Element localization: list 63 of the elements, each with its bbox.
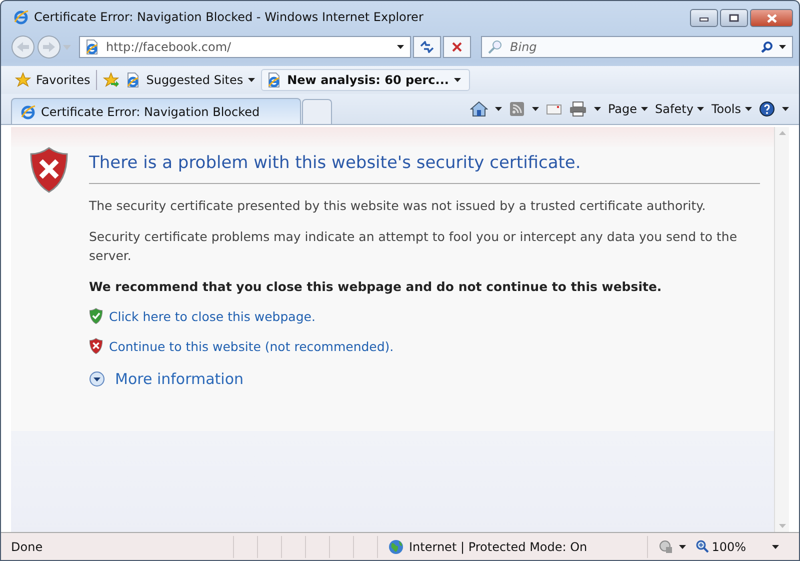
status-text: Done <box>11 540 44 554</box>
window-title: Certificate Error: Navigation Blocked - Windows Internet Explorer <box>34 10 424 24</box>
search-input[interactable]: Bing <box>508 39 755 55</box>
browser-logo-icon <box>20 104 36 120</box>
more-information-link[interactable]: More information <box>115 370 244 388</box>
caret-icon[interactable] <box>397 45 404 49</box>
printer-icon[interactable] <box>568 101 587 117</box>
favorites-button[interactable]: Favorites <box>15 69 90 91</box>
zoom-button[interactable]: 100% <box>696 540 746 554</box>
globe-icon <box>388 538 404 554</box>
minimize-button[interactable] <box>690 9 718 27</box>
caret-icon[interactable] <box>454 78 461 82</box>
link[interactable]: Continue to this website (not recommended). <box>109 338 394 354</box>
page-icon <box>125 72 142 88</box>
search-icon[interactable] <box>761 41 773 53</box>
help-icon[interactable] <box>759 101 775 117</box>
caret-icon[interactable] <box>594 107 601 111</box>
feed-icon[interactable] <box>508 101 525 117</box>
add-favorite-icon[interactable] <box>103 72 120 88</box>
recommendation: We recommend that you close this webpage and do not continue to this website. <box>89 279 663 294</box>
home-icon[interactable] <box>470 101 488 117</box>
address-field[interactable]: http://facebook.com/ <box>79 36 411 58</box>
refresh-button[interactable] <box>413 36 441 58</box>
maximize-icon <box>729 14 739 22</box>
stop-icon <box>452 42 462 52</box>
caret-icon[interactable] <box>772 544 779 548</box>
stop-button[interactable] <box>443 36 471 58</box>
link[interactable]: Click here to close this webpage. <box>109 308 316 324</box>
zoom-icon <box>696 540 709 553</box>
caret-icon[interactable] <box>745 107 752 111</box>
shield-check-icon <box>89 308 103 324</box>
tab[interactable]: Certificate Error: Navigation Blocked <box>11 98 301 124</box>
envelope-icon[interactable] <box>546 103 562 115</box>
feed-button[interactable]: New analysis: 60 perc... <box>261 69 470 91</box>
expand-icon[interactable] <box>89 371 105 388</box>
caret-icon[interactable] <box>532 107 539 111</box>
browser-logo-icon <box>13 9 29 25</box>
caret-icon[interactable] <box>641 107 648 111</box>
star-icon <box>15 72 31 88</box>
menu-button[interactable]: Page <box>608 102 648 116</box>
menu-button[interactable]: Safety <box>655 102 704 116</box>
shield-error-icon <box>29 147 69 193</box>
maximize-button[interactable] <box>720 9 748 27</box>
close-icon <box>766 14 778 22</box>
zone-text: Internet | Protected Mode: On <box>409 540 588 554</box>
page-icon <box>266 72 282 88</box>
caret-icon[interactable] <box>779 45 786 49</box>
caret-icon[interactable] <box>697 107 704 111</box>
caret-icon[interactable] <box>782 107 789 111</box>
menu-button[interactable]: Tools <box>711 102 752 116</box>
magnifier-icon <box>488 40 502 54</box>
close-button[interactable] <box>750 9 793 27</box>
caret-icon[interactable] <box>494 107 502 111</box>
page-icon <box>84 39 100 55</box>
paragraph: The security certificate presented by this website was not issued by a trusted certificate authority. <box>89 197 707 215</box>
favorite-link[interactable]: Suggested Sites <box>125 69 256 91</box>
refresh-icon <box>420 41 434 53</box>
page-heading: There is a problem with this website's security certificate. <box>89 153 760 184</box>
shield-error-icon <box>89 338 103 354</box>
caret-icon[interactable] <box>248 78 256 82</box>
paragraph: Security certificate problems may indicate an attempt to fool you or intercept any data you send to the server. <box>89 228 738 265</box>
caret-icon[interactable] <box>678 544 686 548</box>
search-field[interactable]: Bing <box>481 36 793 58</box>
